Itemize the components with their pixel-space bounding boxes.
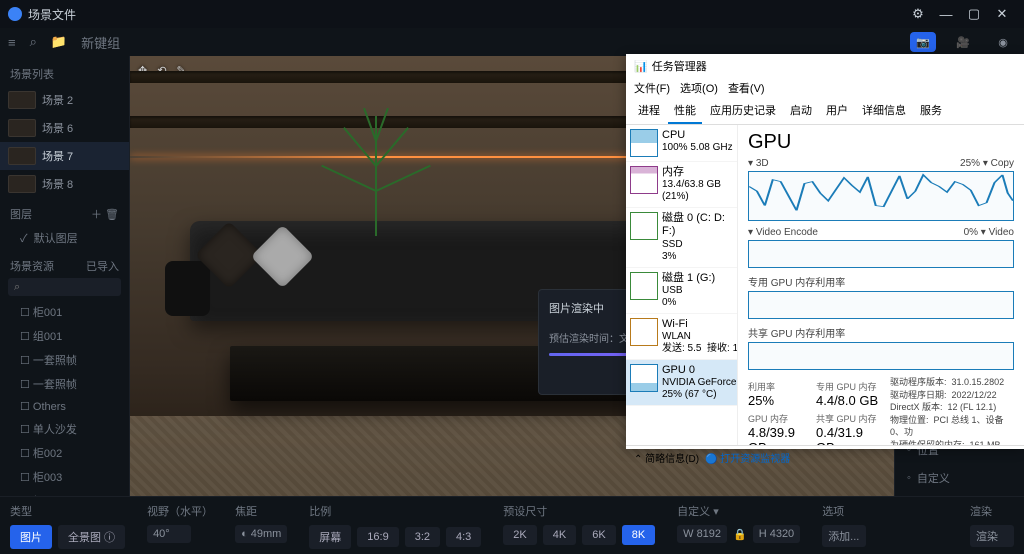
tm-menu-file[interactable]: 文件(F) xyxy=(634,80,670,96)
tm-list-disk1[interactable]: 磁盘 1 (G:)USB 0% xyxy=(626,268,737,314)
tree-item[interactable]: ☐ 组001 xyxy=(0,324,129,348)
tree-item[interactable]: ☐ 柜001 xyxy=(0,300,129,324)
tm-resource-list: CPU100% 5.08 GHz 内存13.4/63.8 GB (21%) 磁盘… xyxy=(626,125,738,445)
settings-icon[interactable]: ⚙ xyxy=(904,0,932,28)
window-title: 场景文件 xyxy=(28,6,76,23)
preset-4k[interactable]: 4K xyxy=(543,525,576,545)
height-input[interactable]: H 4320 xyxy=(753,525,800,543)
tree-item[interactable]: ☐ 单人沙发 xyxy=(0,417,129,441)
sidebar: 场景列表 场景 2 场景 6 场景 7 场景 8 图层 ＋ 🗑 ✓ 默认图层 场… xyxy=(0,56,130,496)
preset-2k[interactable]: 2K xyxy=(503,525,536,545)
tm-menubar: 文件(F) 选项(O) 查看(V) xyxy=(626,78,1024,98)
tm-tab-services[interactable]: 服务 xyxy=(914,98,948,124)
tm-menu-options[interactable]: 选项(O) xyxy=(680,80,718,96)
minimize-icon[interactable]: — xyxy=(932,0,960,28)
scene-item[interactable]: 场景 2 xyxy=(0,86,129,114)
tm-list-wifi[interactable]: Wi-FiWLAN 发送: 5.5 接收: 1.0 Mb xyxy=(626,314,737,360)
scene-item[interactable]: 场景 8 xyxy=(0,170,129,198)
close-icon[interactable]: ✕ xyxy=(988,0,1016,28)
tm-titlebar[interactable]: 📊 任务管理器 xyxy=(626,54,1024,78)
toolbar: ≡ ⌕ 📁 新键组 📷 🎥 ◉ xyxy=(0,28,1024,56)
tm-chart-shared-mem xyxy=(748,342,1014,370)
type-panorama-button[interactable]: 全景图 ⓘ xyxy=(58,525,125,549)
360-icon[interactable]: ◉ xyxy=(990,32,1016,52)
scene-list-header: 场景列表 xyxy=(0,62,129,86)
preset-8k[interactable]: 8K xyxy=(622,525,655,545)
ratio-3-2[interactable]: 3:2 xyxy=(405,527,440,547)
tm-list-gpu0[interactable]: GPU 0NVIDIA GeForce... 25% (67 °C) xyxy=(626,360,737,406)
tm-tab-performance[interactable]: 性能 xyxy=(668,98,702,124)
tm-icon: 📊 xyxy=(634,60,648,73)
app-logo xyxy=(8,7,22,21)
tm-detail-title: GPU xyxy=(748,131,1014,154)
ratio-16-9[interactable]: 16:9 xyxy=(357,527,398,547)
scene-item[interactable]: 场景 6 xyxy=(0,114,129,142)
tm-detail-panel: GPU ▾ 3D25% ▾ Copy ▾ Video Encode0% ▾ Vi… xyxy=(738,125,1024,445)
options-dropdown[interactable]: 添加... xyxy=(822,525,866,547)
titlebar: 场景文件 ⚙ — ▢ ✕ xyxy=(0,0,1024,28)
fov-input[interactable]: 40° xyxy=(147,525,191,543)
tm-tab-details[interactable]: 详细信息 xyxy=(856,98,912,124)
focal-input[interactable]: ◐ 49mm xyxy=(235,525,287,543)
tree-item[interactable]: ☐ 柜003 xyxy=(0,465,129,489)
tree-item[interactable]: ☐ Others xyxy=(0,396,129,417)
tm-list-cpu[interactable]: CPU100% 5.08 GHz xyxy=(626,125,737,162)
task-manager-window: 📊 任务管理器 文件(F) 选项(O) 查看(V) 进程 性能 应用历史记录 启… xyxy=(626,54,1024,449)
tm-chart-video-encode xyxy=(748,240,1014,268)
width-input[interactable]: W 8192 xyxy=(677,525,727,543)
tree-item[interactable]: ☐ 一套照帧 xyxy=(0,372,129,396)
tm-footer: ⌃ 简略信息(D) 🔵 打开资源监视器 xyxy=(626,445,1024,469)
lock-icon[interactable]: 🔒 xyxy=(733,528,747,541)
render-dropdown[interactable]: 渲染 xyxy=(970,525,1014,547)
render-title: 图片渲染中 xyxy=(549,300,604,316)
tm-tab-users[interactable]: 用户 xyxy=(820,98,854,124)
resources-section: 场景资源 已导入 xyxy=(0,250,129,278)
tm-chart-dedicated-mem xyxy=(748,291,1014,319)
maximize-icon[interactable]: ▢ xyxy=(960,0,988,28)
tm-chart-3d xyxy=(748,171,1014,221)
tm-less-info[interactable]: ⌃ 简略信息(D) xyxy=(634,450,699,465)
new-set-button[interactable]: 新键组 xyxy=(81,33,120,52)
ratio-4-3[interactable]: 4:3 xyxy=(446,527,481,547)
tm-tab-apphistory[interactable]: 应用历史记录 xyxy=(704,98,782,124)
folder-icon[interactable]: 📁 xyxy=(51,34,67,50)
tm-gpu-info: 驱动程序版本: 31.0.15.2802 驱动程序日期: 2022/12/22 … xyxy=(890,376,1014,445)
scene-item-selected[interactable]: 场景 7 xyxy=(0,142,129,170)
tm-tabs: 进程 性能 应用历史记录 启动 用户 详细信息 服务 xyxy=(626,98,1024,125)
tree-item[interactable]: ☐ 柜002 xyxy=(0,441,129,465)
tree-item[interactable]: ☐ 一套照帧 xyxy=(0,348,129,372)
tm-list-memory[interactable]: 内存13.4/63.8 GB (21%) xyxy=(626,162,737,208)
ratio-screen[interactable]: 屏幕 xyxy=(309,525,351,549)
tm-menu-view[interactable]: 查看(V) xyxy=(728,80,765,96)
search-icon[interactable]: ⌕ xyxy=(30,34,37,50)
preset-6k[interactable]: 6K xyxy=(582,525,615,545)
bottom-bar: 类型 图片 全景图 ⓘ 视野（水平） 40° 焦距 ◐ 49mm 比例 屏幕 1… xyxy=(0,496,1024,554)
default-layer[interactable]: ✓ 默认图层 xyxy=(0,226,129,250)
tm-tab-processes[interactable]: 进程 xyxy=(632,98,666,124)
camera-icon[interactable]: 📷 xyxy=(910,32,936,52)
layers-section: 图层 ＋ 🗑 xyxy=(0,198,129,226)
type-image-button[interactable]: 图片 xyxy=(10,525,52,549)
tm-tab-startup[interactable]: 启动 xyxy=(784,98,818,124)
video-icon[interactable]: 🎥 xyxy=(950,32,976,52)
menu-icon[interactable]: ≡ xyxy=(8,35,16,50)
resource-search-input[interactable] xyxy=(8,278,121,296)
tree-item[interactable]: ☐ 柜004 xyxy=(0,489,129,496)
tm-open-resmon[interactable]: 🔵 打开资源监视器 xyxy=(705,450,790,465)
tm-list-disk0[interactable]: 磁盘 0 (C: D: F:)SSD 3% xyxy=(626,208,737,267)
